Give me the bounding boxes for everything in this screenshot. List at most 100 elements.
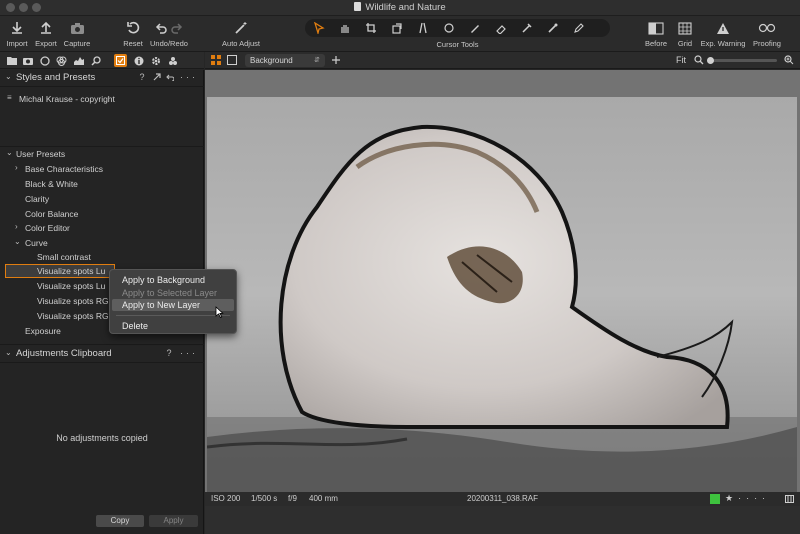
image-viewer[interactable] bbox=[205, 70, 800, 492]
help-button[interactable]: ? bbox=[166, 348, 174, 358]
spot-removal-cursor-tool[interactable] bbox=[437, 21, 461, 35]
preset-label: Visualize spots RG bbox=[37, 311, 109, 321]
adjustments-clipboard-header[interactable]: ⌄ Adjustments Clipboard ? ··· bbox=[0, 347, 204, 362]
user-presets-group[interactable]: ⌄ User Presets bbox=[0, 147, 204, 161]
gradient-cursor-tool[interactable] bbox=[541, 21, 565, 35]
preset-color-editor[interactable]: › Color Editor bbox=[0, 221, 204, 235]
preset-visualize-spots-lu-1[interactable]: Visualize spots Lu bbox=[5, 264, 115, 278]
annotate-cursor-tool[interactable] bbox=[567, 21, 591, 35]
multi-view-icon[interactable] bbox=[211, 55, 221, 65]
brush-cursor-tool[interactable] bbox=[463, 21, 487, 35]
export-label: Export bbox=[35, 39, 57, 48]
preset-black-white[interactable]: Black & White bbox=[0, 177, 204, 191]
keystone-icon bbox=[419, 22, 427, 34]
tab-batch[interactable] bbox=[166, 54, 179, 67]
variant-layer-value: Background bbox=[250, 56, 293, 65]
proofing-button[interactable]: Proofing bbox=[750, 18, 784, 48]
more-options-button[interactable]: ··· bbox=[180, 348, 198, 358]
apply-button[interactable]: Apply bbox=[149, 515, 198, 527]
export-icon bbox=[41, 21, 51, 34]
preset-small-contrast[interactable]: Small contrast bbox=[0, 250, 204, 264]
tab-exposure[interactable] bbox=[72, 54, 85, 67]
hand-icon bbox=[341, 25, 349, 33]
variant-layer-select[interactable]: Background ⇵ bbox=[245, 54, 325, 67]
main-toolbar: Import Export Capture Reset Undo/Redo Au… bbox=[0, 16, 800, 52]
expand-icon[interactable] bbox=[153, 73, 161, 81]
preset-label: Curve bbox=[25, 238, 48, 248]
zoom-slider[interactable] bbox=[707, 57, 777, 64]
proofing-label: Proofing bbox=[753, 39, 781, 48]
grid-button[interactable]: Grid bbox=[673, 18, 697, 48]
chevron-down-icon: ⌄ bbox=[5, 348, 12, 357]
import-label: Import bbox=[6, 39, 28, 48]
zoom-icon[interactable] bbox=[694, 55, 704, 65]
preset-clarity[interactable]: Clarity bbox=[0, 192, 204, 206]
mouse-pointer-icon bbox=[215, 306, 224, 318]
picker-cursor-tool[interactable] bbox=[515, 21, 539, 35]
adjustments-clipboard-title: Adjustments Clipboard bbox=[16, 348, 112, 359]
iso-value: ISO 200 bbox=[211, 494, 241, 503]
styles-presets-header[interactable]: ⌄ Styles and Presets ? ··· bbox=[0, 71, 204, 86]
divider bbox=[0, 344, 204, 345]
before-button[interactable]: Before bbox=[642, 18, 670, 48]
eyedropper-icon bbox=[522, 23, 532, 33]
reset-button[interactable]: Reset bbox=[121, 18, 145, 48]
rotate-cursor-tool[interactable] bbox=[385, 21, 409, 35]
exposure-warning-button[interactable]: Exp. Warning bbox=[699, 18, 747, 48]
auto-adjust-button[interactable]: Auto Adjust bbox=[220, 18, 262, 48]
undo-redo-label: Undo/Redo bbox=[150, 39, 188, 48]
chevron-down-icon: ⌄ bbox=[14, 237, 21, 246]
tab-output[interactable] bbox=[149, 54, 162, 67]
single-view-icon[interactable] bbox=[227, 55, 237, 65]
tab-color[interactable] bbox=[55, 54, 68, 67]
preset-label: Base Characteristics bbox=[25, 164, 103, 174]
tab-metadata[interactable] bbox=[132, 54, 145, 67]
undo-redo-button[interactable]: Undo/Redo bbox=[148, 18, 190, 48]
viewer-toolbar: Background ⇵ Fit bbox=[205, 52, 800, 69]
copy-button[interactable]: Copy bbox=[96, 515, 144, 527]
photo-preview[interactable] bbox=[206, 97, 797, 492]
help-button[interactable]: ? bbox=[139, 72, 147, 82]
crop-cursor-tool[interactable] bbox=[359, 21, 383, 35]
eraser-cursor-tool[interactable] bbox=[489, 21, 513, 35]
tab-adjustments[interactable] bbox=[114, 54, 127, 67]
brush-icon bbox=[471, 25, 479, 33]
window-title-wrap: Wildlife and Nature bbox=[0, 2, 800, 13]
export-button[interactable]: Export bbox=[32, 18, 60, 48]
preset-color-balance[interactable]: Color Balance bbox=[0, 207, 204, 221]
chevron-down-icon: ⌄ bbox=[6, 148, 13, 157]
before-after-icon bbox=[648, 21, 664, 35]
tab-details[interactable] bbox=[89, 54, 102, 67]
star-rating[interactable]: ★···· bbox=[725, 493, 770, 504]
import-button[interactable]: Import bbox=[4, 18, 30, 48]
select-cursor-tool[interactable] bbox=[307, 21, 331, 35]
color-tag[interactable] bbox=[710, 494, 720, 504]
tool-tabs bbox=[0, 52, 204, 69]
add-layer-icon[interactable] bbox=[331, 55, 341, 65]
zoom-fit-label[interactable]: Fit bbox=[676, 55, 686, 65]
pan-cursor-tool[interactable] bbox=[333, 21, 357, 35]
auto-adjust-label: Auto Adjust bbox=[222, 39, 260, 48]
preset-base-characteristics[interactable]: › Base Characteristics bbox=[0, 162, 204, 176]
preset-label: Visualize spots RG bbox=[37, 296, 109, 306]
applied-style-row[interactable]: ≡ Michal Krause - copyright bbox=[0, 92, 204, 106]
filmstrip-icon[interactable] bbox=[785, 495, 794, 503]
folder-icon bbox=[6, 57, 17, 65]
spot-removal-icon bbox=[444, 23, 454, 33]
menu-delete[interactable]: Delete bbox=[112, 320, 234, 332]
layers-icon bbox=[168, 56, 177, 65]
tab-lens[interactable] bbox=[38, 54, 51, 67]
undo-small-icon[interactable] bbox=[166, 73, 176, 82]
keystone-cursor-tool[interactable] bbox=[411, 21, 435, 35]
zoom-in-icon[interactable] bbox=[784, 55, 794, 65]
tab-library[interactable] bbox=[5, 54, 18, 67]
zoom-slider-thumb[interactable] bbox=[707, 57, 714, 64]
more-options-button[interactable]: ··· bbox=[180, 72, 198, 82]
menu-apply-to-background[interactable]: Apply to Background bbox=[112, 274, 234, 286]
capture-button[interactable]: Capture bbox=[62, 18, 92, 48]
grid-icon bbox=[678, 21, 692, 35]
preset-label: Visualize spots Lu bbox=[37, 281, 106, 291]
tab-capture[interactable] bbox=[21, 54, 34, 67]
preset-curve-group[interactable]: ⌄ Curve bbox=[0, 236, 204, 250]
clipboard-empty-message: No adjustments copied bbox=[56, 433, 148, 443]
